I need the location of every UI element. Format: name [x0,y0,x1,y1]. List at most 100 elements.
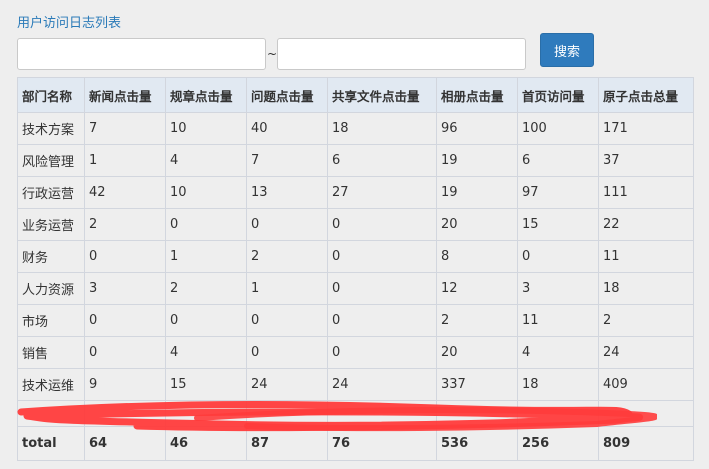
table-cell: 0 [84,336,166,369]
header-cell: 相册点击量 [436,77,518,113]
table-cell: 15 [165,368,247,401]
table-cell: 3 [517,272,599,305]
table-cell: 409 [598,368,694,401]
table-cell: 风险管理 [17,144,85,177]
redacted-cell [327,400,437,427]
table-cell: 20 [436,208,518,241]
table-cell: 22 [598,208,694,241]
table-cell: 100 [517,112,599,145]
table-cell: 10 [165,112,247,145]
table-cell: 0 [327,208,437,241]
table-row: 技术方案 7 10 40 18 96 100 171 [17,112,694,145]
table-cell: 15 [517,208,599,241]
totals-cell: 46 [165,426,247,461]
table-cell: 2 [436,304,518,337]
redacted-cell [598,400,694,427]
access-log-table-container: 部门名称 新闻点击量 规章点击量 问题点击量 共享文件点击量 相册点击量 首页访… [17,77,694,461]
table-cell: 24 [598,336,694,369]
table-cell: 2 [598,304,694,337]
totals-cell: 809 [598,426,694,461]
table-cell: 7 [246,144,328,177]
table-cell: 2 [84,208,166,241]
table-row: 销售 0 4 0 0 20 4 24 [17,336,694,369]
table-row: 财务 0 1 2 0 8 0 11 [17,240,694,273]
table-cell: 销售 [17,336,85,369]
redacted-cell [84,400,166,427]
totals-cell: total [17,426,85,461]
page-title: 用户访问日志列表 [17,16,122,31]
table-cell: 1 [84,144,166,177]
table-cell: 11 [598,240,694,273]
table-cell: 11 [517,304,599,337]
table-row: 行政运营 42 10 13 27 19 97 111 [17,176,694,209]
table-cell: 18 [517,368,599,401]
table-cell: 人力资源 [17,272,85,305]
table-cell: 0 [165,304,247,337]
table-cell: 0 [246,336,328,369]
end-date-input[interactable] [277,38,526,70]
totals-row: total 64 46 87 76 536 256 809 [17,426,694,461]
table-row: 业务运营 2 0 0 0 20 15 22 [17,208,694,241]
table-cell: 40 [246,112,328,145]
table-cell: 0 [517,240,599,273]
table-cell: 0 [327,240,437,273]
redacted-cell [17,400,85,427]
redacted-cell [246,400,328,427]
table-cell: 18 [598,272,694,305]
start-date-input[interactable] [17,38,266,70]
table-cell: 技术方案 [17,112,85,145]
table-cell: 0 [246,208,328,241]
header-cell: 部门名称 [17,77,85,113]
header-cell: 首页访问量 [517,77,599,113]
table-cell: 0 [84,304,166,337]
table-cell: 37 [598,144,694,177]
header-cell: 问题点击量 [246,77,328,113]
redacted-cell [517,400,599,427]
table-cell: 市场 [17,304,85,337]
totals-cell: 87 [246,426,328,461]
table-cell: 6 [517,144,599,177]
header-cell: 原子点击总量 [598,77,694,113]
header-cell: 新闻点击量 [84,77,166,113]
table-cell: 96 [436,112,518,145]
table-row: 风险管理 1 4 7 6 19 6 37 [17,144,694,177]
table-cell: 4 [165,144,247,177]
table-cell: 97 [517,176,599,209]
table-cell: 财务 [17,240,85,273]
table-cell: 0 [327,272,437,305]
table-cell: 24 [246,368,328,401]
table-row: 人力资源 3 2 1 0 12 3 18 [17,272,694,305]
search-button[interactable]: 搜索 [540,33,594,67]
table-cell: 0 [246,304,328,337]
table-cell: 171 [598,112,694,145]
table-body: 技术方案 7 10 40 18 96 100 171 风险管理 1 4 7 6 19 6 37 行政运营 42 10… [17,112,694,427]
table-cell: 13 [246,176,328,209]
table-row: 市场 0 0 0 0 2 11 2 [17,304,694,337]
table-cell: 24 [327,368,437,401]
table-cell: 0 [84,240,166,273]
table-cell: 2 [246,240,328,273]
table-cell: 7 [84,112,166,145]
access-log-table: 部门名称 新闻点击量 规章点击量 问题点击量 共享文件点击量 相册点击量 首页访… [17,77,694,461]
table-cell: 行政运营 [17,176,85,209]
totals-cell: 76 [327,426,437,461]
range-separator: ~ [267,47,278,61]
redacted-cell [165,400,247,427]
table-cell: 111 [598,176,694,209]
table-cell: 42 [84,176,166,209]
table-cell: 4 [165,336,247,369]
totals-cell: 536 [436,426,518,461]
table-cell: 27 [327,176,437,209]
table-cell: 12 [436,272,518,305]
table-cell: 19 [436,144,518,177]
table-cell: 1 [246,272,328,305]
table-cell: 技术运维 [17,368,85,401]
header-cell: 规章点击量 [165,77,247,113]
totals-cell: 256 [517,426,599,461]
table-row: 技术运维 9 15 24 24 337 18 409 [17,368,694,401]
header-cell: 共享文件点击量 [327,77,437,113]
table-cell: 3 [84,272,166,305]
table-header-row: 部门名称 新闻点击量 规章点击量 问题点击量 共享文件点击量 相册点击量 首页访… [17,77,694,113]
table-cell: 0 [165,208,247,241]
table-cell: 9 [84,368,166,401]
